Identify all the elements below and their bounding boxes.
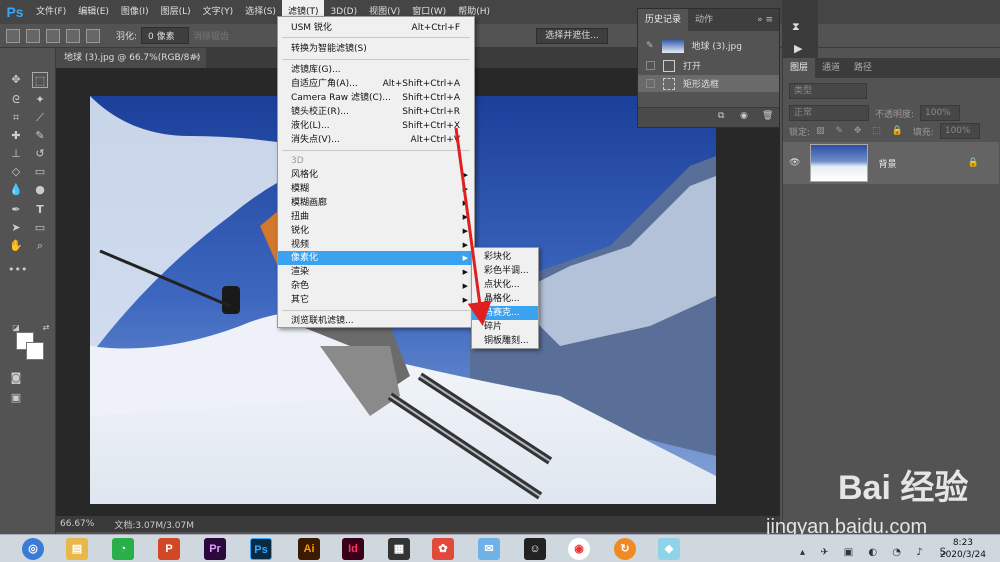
collapsed-panel-strip: ⧗ ▶ (782, 0, 818, 62)
history-panel-icon[interactable]: ⧗ (792, 20, 800, 34)
history-state-rect-marquee[interactable]: 矩形选框 (638, 75, 779, 92)
document-icon (663, 59, 675, 72)
history-panel-footer: ⧉ ◉ 🗑 (638, 107, 779, 127)
camera-icon[interactable]: ◉ (740, 111, 748, 121)
windows-taskbar: ◎ ▤ ◔ P Pr Ps Ai Id ▦ ✿ ✉ ☺ ◉ ↻ ◆ ▴ ✈ ▣ … (0, 534, 1000, 562)
start-button-icon[interactable]: ◎ (22, 538, 44, 560)
layer-thumbnail (810, 144, 869, 182)
chrome-icon[interactable]: ◉ (568, 538, 590, 560)
indesign-icon[interactable]: Id (342, 538, 364, 560)
system-tray-icons[interactable]: ▴ ✈ ▣ ◐ ◔ ♪ Ｓ (800, 543, 954, 558)
layers-panel-tabs: 图层 通道 路径 (783, 58, 1000, 78)
lock-icons[interactable]: ▨ ✎ ✥ ⬚ 🔒 (816, 126, 907, 136)
lock-row: 锁定: ▨ ✎ ✥ ⬚ 🔒 填充: 100% (783, 120, 1000, 142)
app-icon-red[interactable]: ✿ (432, 538, 454, 560)
opacity-label: 不透明度: (875, 109, 915, 120)
powerpoint-icon[interactable]: P (158, 538, 180, 560)
clock-time: 8:23 (952, 538, 974, 548)
snapshot-name: 地球 (3).jpg (691, 42, 742, 52)
premiere-icon[interactable]: Pr (204, 538, 226, 560)
app-icon-cube[interactable]: ◆ (658, 538, 680, 560)
history-brush-source-icon[interactable]: ✎ (646, 41, 654, 51)
layer-kind-select[interactable]: 类型 (789, 83, 867, 99)
tab-layers[interactable]: 图层 (783, 58, 816, 78)
system-clock[interactable]: 8:23 2020/3/24 (940, 537, 986, 561)
history-panel-tabs: 历史记录 动作 » ≡ (638, 9, 779, 31)
qq-icon[interactable]: ☺ (524, 538, 546, 560)
snapshot-thumbnail (661, 38, 684, 53)
layer-name: 背景 (878, 159, 897, 170)
wechat-icon[interactable]: ◔ (112, 538, 134, 560)
new-document-from-state-icon[interactable]: ⧉ (718, 111, 724, 121)
history-state-open[interactable]: 打开 (638, 57, 779, 74)
tab-history[interactable]: 历史记录 (638, 9, 689, 31)
file-explorer-icon[interactable]: ▤ (66, 538, 88, 560)
illustrator-icon[interactable]: Ai (298, 538, 320, 560)
history-panel: 历史记录 动作 » ≡ ✎ 地球 (3).jpg 打开 矩形选框 ⧉ ◉ 🗑 (637, 8, 780, 128)
actions-play-icon[interactable]: ▶ (794, 42, 802, 55)
tab-actions[interactable]: 动作 (688, 9, 720, 31)
fill-input[interactable]: 100% (939, 123, 980, 139)
history-checkbox[interactable] (646, 61, 655, 70)
photoshop-taskbar-icon[interactable]: Ps (250, 538, 272, 560)
trash-icon[interactable]: 🗑 (762, 111, 773, 121)
history-snapshot[interactable]: ✎ 地球 (3).jpg (638, 37, 779, 54)
history-state-label: 打开 (683, 62, 702, 72)
marquee-icon (663, 77, 675, 90)
browser-icon[interactable]: ↻ (614, 538, 636, 560)
history-state-label: 矩形选框 (683, 80, 720, 90)
tab-paths[interactable]: 路径 (847, 58, 879, 78)
lock-label: 锁定: (789, 127, 811, 138)
layer-row-background[interactable]: 👁 背景 🔒 (783, 142, 999, 184)
history-checkbox[interactable] (646, 79, 655, 88)
video-editor-icon[interactable]: ▦ (388, 538, 410, 560)
blend-mode-select[interactable]: 正常 (789, 105, 869, 121)
eye-icon[interactable]: 👁 (789, 158, 800, 168)
layer-filter-row: 类型 (783, 80, 1000, 102)
opacity-input[interactable]: 100% (920, 105, 961, 121)
lock-icon: 🔒 (967, 158, 979, 168)
fill-label: 填充: (912, 127, 934, 138)
tab-channels[interactable]: 通道 (815, 58, 847, 78)
clock-date: 2020/3/24 (939, 550, 986, 560)
app-icon-bird[interactable]: ✉ (478, 538, 500, 560)
panel-menu-icon[interactable]: » ≡ (757, 15, 779, 25)
watermark-logo: Bai 经验 (838, 469, 969, 507)
